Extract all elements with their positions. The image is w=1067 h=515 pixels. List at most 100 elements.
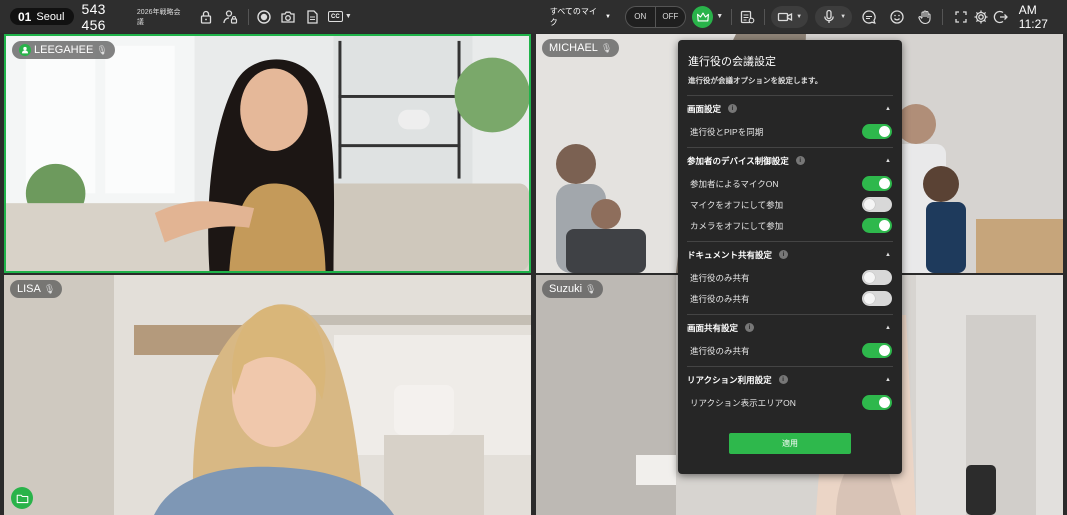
participant-name-badge: MICHAEL 🎙 xyxy=(542,39,620,57)
setting-toggle[interactable] xyxy=(862,218,892,233)
emoji-icon[interactable] xyxy=(887,7,906,27)
participant-name-badge: LISA 🎙 xyxy=(10,280,63,298)
camera-snapshot-icon[interactable] xyxy=(279,7,298,27)
all-mic-toggle[interactable]: ON OFF xyxy=(624,5,687,28)
microphone-icon: 🎙 xyxy=(585,283,597,294)
video-tile-lisa[interactable]: LISA 🎙 xyxy=(4,275,531,515)
section-title: 画面設定 xyxy=(687,103,722,114)
setting-toggle[interactable] xyxy=(862,291,892,306)
microphone-icon: 🎙 xyxy=(43,283,56,294)
apply-button[interactable]: 適用 xyxy=(729,433,851,454)
section-header[interactable]: 画面共有設定 i ▲ xyxy=(687,315,893,340)
host-settings-button[interactable] xyxy=(692,5,714,28)
setting-row: マイクをオフにして参加 xyxy=(687,194,893,215)
setting-row: 進行役とPIPを同期 xyxy=(687,121,893,142)
setting-toggle[interactable] xyxy=(862,124,892,139)
caption-button[interactable]: CC ▼ xyxy=(327,11,352,22)
divider xyxy=(731,8,733,25)
setting-label: 進行役のみ共有 xyxy=(690,272,750,283)
mic-button[interactable]: ▼ xyxy=(815,5,853,28)
info-icon[interactable]: i xyxy=(728,104,738,113)
meeting-id: 543 456 xyxy=(81,0,106,33)
info-icon[interactable]: i xyxy=(779,250,789,259)
video-camera-icon xyxy=(778,12,793,21)
raise-hand-icon[interactable] xyxy=(915,7,934,27)
user-lock-icon[interactable] xyxy=(220,7,239,27)
collapse-icon[interactable]: ▲ xyxy=(885,377,891,383)
lock-icon[interactable] xyxy=(196,7,215,27)
setting-label: 参加者によるマイクON xyxy=(690,178,779,189)
chevron-down-icon[interactable]: ▼ xyxy=(716,13,723,20)
fullscreen-icon[interactable] xyxy=(951,7,970,27)
collapse-icon[interactable]: ▲ xyxy=(885,252,891,258)
participant-name-badge: Suzuki 🎙 xyxy=(542,280,604,298)
file-share-button[interactable] xyxy=(11,487,33,509)
section-screen: 画面設定 i ▲ 進行役とPIPを同期 xyxy=(687,95,893,142)
microphone-icon xyxy=(824,9,834,23)
all-mic-off-button[interactable]: OFF xyxy=(656,7,686,27)
setting-row: リアクション表示エリアON xyxy=(687,392,893,413)
participant-video xyxy=(4,275,531,515)
meeting-name: 2026年戦略会議 xyxy=(136,8,181,26)
setting-label: 進行役とPIPを同期 xyxy=(690,126,764,137)
gear-icon[interactable] xyxy=(972,7,991,27)
setting-row: 進行役のみ共有 xyxy=(687,340,893,361)
setting-toggle[interactable] xyxy=(862,176,892,191)
collapse-icon[interactable]: ▲ xyxy=(885,325,891,331)
setting-toggle[interactable] xyxy=(862,270,892,285)
crown-icon xyxy=(696,11,709,22)
panel-title: 進行役の会議設定 xyxy=(688,56,776,68)
info-icon[interactable]: i xyxy=(745,323,755,332)
section-title: リアクション利用設定 xyxy=(687,374,772,385)
microphone-icon: 🎙 xyxy=(96,44,108,55)
setting-toggle[interactable] xyxy=(862,395,892,410)
participant-name: LISA xyxy=(17,283,41,295)
section-screen-share: 画面共有設定 i ▲ 進行役のみ共有 xyxy=(687,314,893,361)
exit-icon[interactable] xyxy=(992,7,1011,27)
document-icon[interactable] xyxy=(303,7,322,27)
top-toolbar: 01 Seoul 543 456 2026年戦略会議 CC ▼ すべてのマイク … xyxy=(0,0,1067,33)
info-icon[interactable]: i xyxy=(778,375,788,384)
setting-label: 進行役のみ共有 xyxy=(690,345,750,356)
chat-icon[interactable] xyxy=(859,7,878,27)
room-badge: 01 Seoul xyxy=(10,8,74,25)
setting-toggle[interactable] xyxy=(862,197,892,212)
participant-name: MICHAEL xyxy=(549,42,598,54)
section-title: 参加者のデバイス制御設定 xyxy=(687,155,789,166)
room-number: 01 xyxy=(18,9,32,24)
setting-row: 進行役のみ共有 xyxy=(687,267,893,288)
section-header[interactable]: ドキュメント共有設定 i ▲ xyxy=(687,242,893,267)
section-header[interactable]: リアクション利用設定 i ▲ xyxy=(687,367,893,392)
setting-label: リアクション表示エリアON xyxy=(690,397,796,408)
microphone-icon: 🎙 xyxy=(600,42,613,53)
info-icon[interactable]: i xyxy=(795,156,805,165)
participant-list-icon[interactable] xyxy=(737,7,756,27)
setting-label: 進行役のみ共有 xyxy=(690,293,750,304)
section-reaction: リアクション利用設定 i ▲ リアクション表示エリアON xyxy=(687,366,893,413)
collapse-icon[interactable]: ▲ xyxy=(885,158,891,164)
section-device-control: 参加者のデバイス制御設定 i ▲ 参加者によるマイクON マイクをオフにして参加… xyxy=(687,147,893,236)
divider xyxy=(764,8,766,25)
camera-button[interactable]: ▼ xyxy=(771,5,809,28)
collapse-icon[interactable]: ▲ xyxy=(885,106,891,112)
video-tile-leegahee[interactable]: LEEGAHEE 🎙 xyxy=(4,34,531,273)
host-user-icon xyxy=(19,44,31,56)
all-mic-on-button[interactable]: ON xyxy=(626,6,656,27)
room-city: Seoul xyxy=(36,10,65,23)
section-title: 画面共有設定 xyxy=(687,322,739,333)
mic-filter-dropdown[interactable]: すべてのマイク ▼ xyxy=(550,6,611,28)
section-document-share: ドキュメント共有設定 i ▲ 進行役のみ共有 進行役のみ共有 xyxy=(687,241,893,309)
record-icon[interactable] xyxy=(254,7,273,27)
host-settings-panel: 進行役の会議設定 進行役が会議オプションを設定します。 画面設定 i ▲ 進行役… xyxy=(678,40,902,474)
section-title: ドキュメント共有設定 xyxy=(687,249,773,260)
section-header[interactable]: 画面設定 i ▲ xyxy=(687,96,893,121)
chevron-down-icon: ▼ xyxy=(344,13,352,20)
participant-name: LEEGAHEE xyxy=(34,44,94,56)
panel-subtitle: 進行役が会議オプションを設定します。 xyxy=(688,76,823,85)
setting-toggle[interactable] xyxy=(862,343,892,358)
caption-icon: CC xyxy=(327,11,343,22)
mic-filter-label: すべてのマイク xyxy=(549,6,597,27)
divider xyxy=(942,8,944,25)
chevron-down-icon: ▼ xyxy=(604,13,611,20)
section-header[interactable]: 参加者のデバイス制御設定 i ▲ xyxy=(687,148,893,173)
